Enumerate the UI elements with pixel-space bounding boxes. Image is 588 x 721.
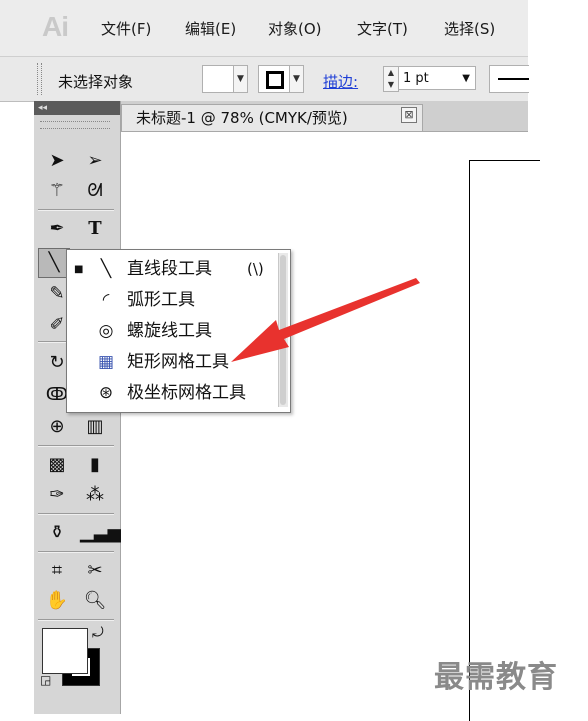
app-logo: Ai [42,11,69,42]
hand-tool-icon[interactable]: ✋ [42,587,72,614]
collapse-panel-icon[interactable]: ◂◂ [38,103,47,113]
rectangular-grid-icon: ▦ [97,352,115,372]
column-graph-tool-icon[interactable]: ▁▃▅ [80,519,122,546]
stroke-color-swatch[interactable] [258,65,290,93]
document-tab[interactable]: 未标题-1 @ 78% (CMYK/预览) [121,104,423,131]
selection-status: 未选择对象 [58,73,134,91]
artboard[interactable] [469,160,540,721]
document-tab-bar: 未标题-1 @ 78% (CMYK/预览) ⊠ [121,101,528,132]
flyout-item-shortcut: (\) [247,260,264,278]
blend-tool-icon[interactable]: ⁂ [80,481,110,508]
flyout-item-polar-grid[interactable]: ⊛ 极坐标网格工具 [67,378,277,409]
stroke-panel-link[interactable]: 描边: [323,71,358,92]
flyout-item-arc[interactable]: ◜ 弧形工具 [67,285,277,316]
stroke-style-select[interactable] [489,65,529,93]
flyout-item-line-segment[interactable]: ■ ╲ 直线段工具 (\) [67,254,277,285]
menu-select[interactable]: 选择(S) [444,18,495,39]
polar-grid-icon: ⊛ [98,383,114,403]
lasso-tool-icon[interactable]: ᘛ [80,177,110,204]
shape-builder-tool-icon[interactable]: ⊕ [42,413,72,440]
stroke-weight-select[interactable]: 1 pt ▼ [398,66,476,90]
menu-file[interactable]: 文件(F) [101,18,151,39]
slice-tool-icon[interactable]: ✂ [80,557,110,584]
menu-edit[interactable]: 编辑(E) [185,18,236,39]
zoom-tool-icon[interactable]: 🔍︎ [80,587,110,614]
line-segment-icon: ╲ [100,259,112,279]
fill-color-box[interactable] [42,628,88,674]
menu-type[interactable]: 文字(T) [357,18,408,39]
current-tool-marker-icon: ■ [74,264,84,275]
tools-divider [38,445,114,447]
fill-dropdown-arrow[interactable]: ▼ [233,65,248,93]
tools-divider [38,513,114,515]
default-fill-stroke-icon[interactable]: ◲ [40,673,51,687]
stroke-line-preview [498,78,529,80]
stroke-swatch-icon [266,71,284,89]
flyout-item-rectangular-grid[interactable]: ▦ 矩形网格工具 [67,347,277,378]
tools-panel-header[interactable]: ◂◂ [34,101,120,115]
mesh-tool-icon[interactable]: ▩ [42,451,72,478]
flyout-item-label: 螺旋线工具 [127,321,212,341]
swap-fill-stroke-icon[interactable]: ⤾ [92,625,104,641]
menu-object[interactable]: 对象(O) [268,18,322,39]
flyout-item-label: 弧形工具 [127,290,195,310]
tools-divider [38,551,114,553]
perspective-grid-tool-icon[interactable]: ▥ [80,413,110,440]
canvas-area[interactable] [121,132,540,721]
fill-color-swatch[interactable] [202,65,234,93]
flyout-item-spiral[interactable]: ◎ 螺旋线工具 [67,316,277,347]
selection-tool-icon[interactable]: ➤ [42,147,72,174]
stroke-weight-stepper[interactable]: ▲ ▼ [383,66,399,92]
type-tool-icon[interactable]: T [80,215,110,242]
artboard-tool-icon[interactable]: ⌗ [42,557,72,584]
magic-wand-tool-icon[interactable]: ⚚ [42,177,72,204]
gradient-tool-icon[interactable]: ▮ [80,451,110,478]
close-icon[interactable]: ⊠ [401,107,417,123]
document-tab-title: 未标题-1 @ 78% (CMYK/预览) [136,109,348,127]
stroke-dropdown-arrow[interactable]: ▼ [289,65,304,93]
eyedropper-tool-icon[interactable]: ✑ [42,481,72,508]
tools-divider [38,209,114,211]
control-bar: 未选择对象 ▼ ▼ 描边: ▲ ▼ 1 pt ▼ [0,56,529,102]
line-tool-flyout: ■ ╲ 直线段工具 (\) ◜ 弧形工具 ◎ 螺旋线工具 ▦ 矩形网格工具 ⊛ … [66,249,291,413]
spiral-icon: ◎ [98,321,114,341]
tools-divider [38,619,114,621]
flyout-scrollbar[interactable] [278,253,288,407]
direct-selection-tool-icon[interactable]: ➢ [80,147,110,174]
watermark: 最需教育 [434,660,558,695]
arc-icon: ◜ [102,290,110,310]
symbol-sprayer-tool-icon[interactable]: ⚱ [42,519,72,546]
pen-tool-icon[interactable]: ✒ [42,215,72,242]
control-bar-grip[interactable] [37,63,42,95]
menu-bar: Ai 文件(F) 编辑(E) 对象(O) 文字(T) 选择(S) [0,0,528,56]
stroke-weight-value: 1 pt [403,71,429,86]
flyout-item-label: 直线段工具 [127,259,212,279]
tools-panel-grip[interactable] [40,121,110,129]
flyout-item-label: 极坐标网格工具 [127,383,246,403]
chevron-down-icon: ▼ [462,73,470,84]
flyout-item-label: 矩形网格工具 [127,352,229,372]
